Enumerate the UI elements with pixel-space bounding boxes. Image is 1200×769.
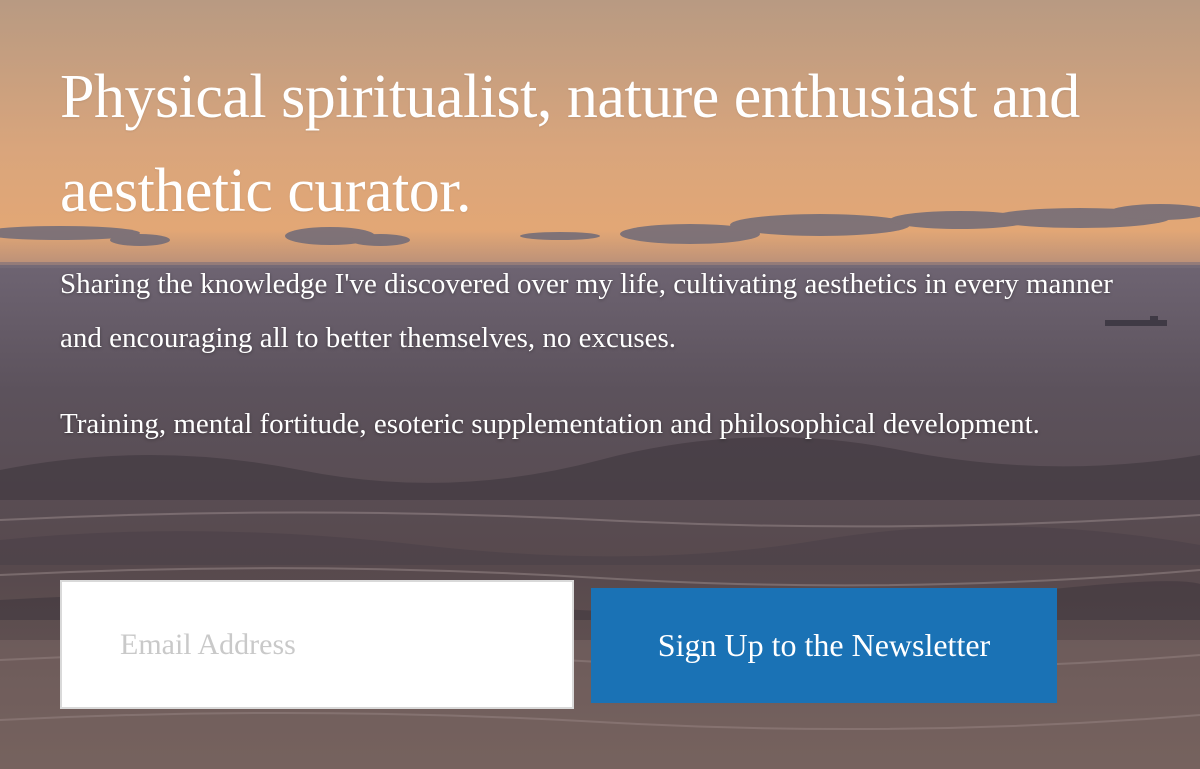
hero-paragraph-mission: Sharing the knowledge I've discovered ov… <box>60 268 1113 354</box>
hero-paragraph-topics: Training, mental fortitude, esoteric sup… <box>60 408 1040 440</box>
hero-headline: Physical spiritualist, nature enthusiast… <box>60 63 1080 225</box>
newsletter-signup-button[interactable]: Sign Up to the Newsletter <box>591 588 1057 703</box>
newsletter-signup-form: Sign Up to the Newsletter <box>60 580 1060 711</box>
hero-section: Physical spiritualist, nature enthusiast… <box>0 0 1200 769</box>
email-address-input[interactable] <box>60 580 574 709</box>
